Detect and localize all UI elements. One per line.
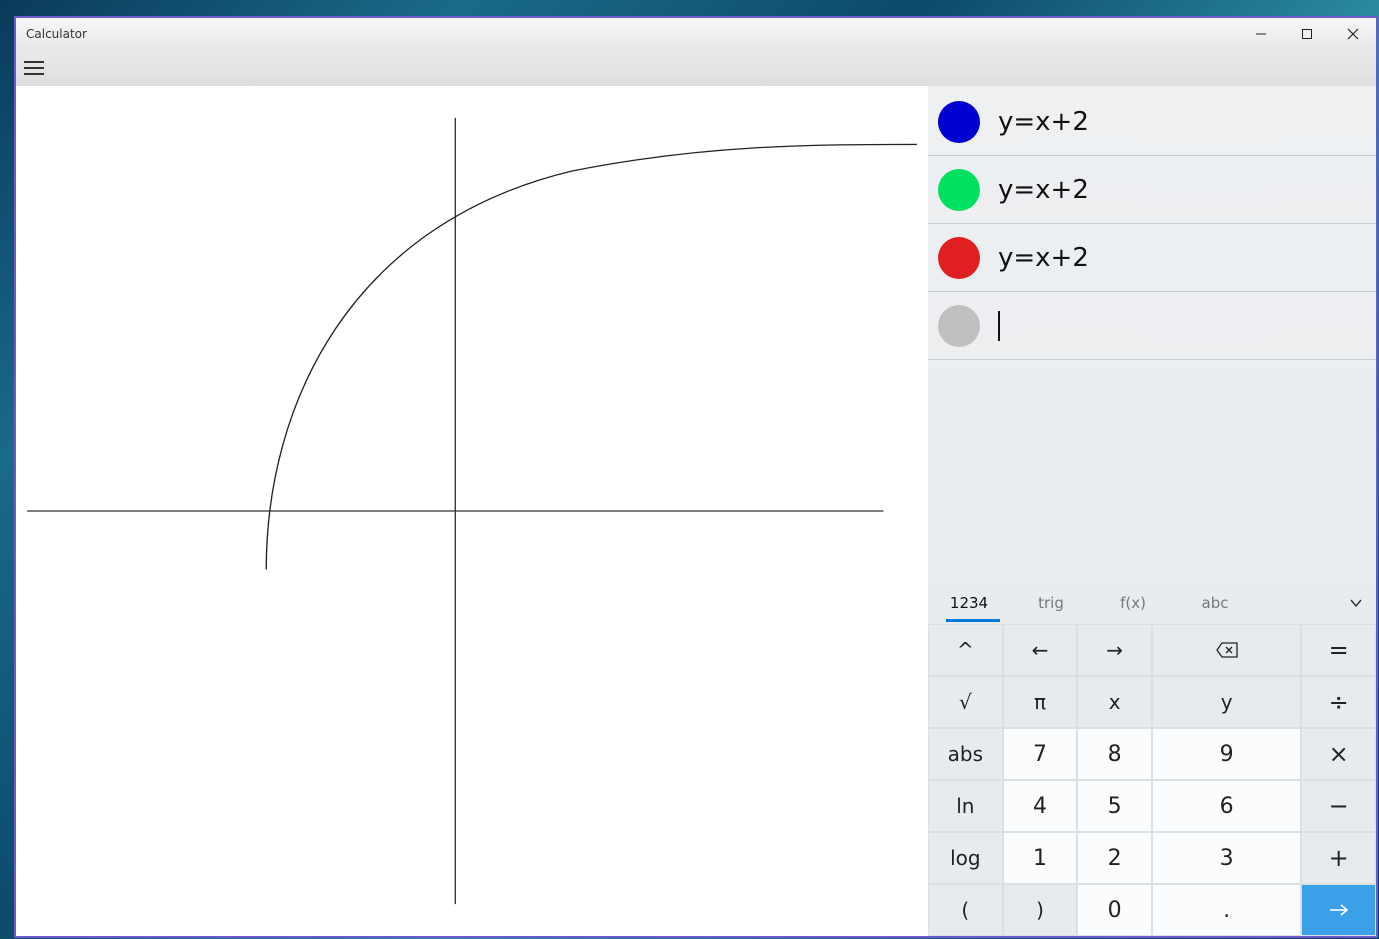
key-divide[interactable]: ÷ (1301, 676, 1376, 728)
hamburger-icon (24, 61, 44, 63)
key-equals[interactable]: = (1301, 624, 1376, 676)
key-x[interactable]: x (1077, 676, 1152, 728)
equation-list: y=x+2 y=x+2 y=x+2 (928, 86, 1376, 360)
key-2[interactable]: 2 (1077, 832, 1152, 884)
equation-color-swatch[interactable] (938, 237, 980, 279)
tab-numeric[interactable]: 1234 (928, 582, 1010, 624)
key-cursor-right[interactable]: → (1077, 624, 1152, 676)
key-9[interactable]: 9 (1152, 728, 1301, 780)
right-panel: y=x+2 y=x+2 y=x+2 1234 (928, 86, 1376, 936)
equation-color-swatch[interactable] (938, 169, 980, 211)
tab-trig[interactable]: trig (1010, 582, 1092, 624)
key-rparen[interactable]: ) (1003, 884, 1078, 936)
key-caret[interactable]: ^ (928, 624, 1003, 676)
key-1[interactable]: 1 (1003, 832, 1078, 884)
maximize-icon (1301, 28, 1313, 40)
key-lparen[interactable]: ( (928, 884, 1003, 936)
equation-text: y=x+2 (998, 243, 1089, 273)
keypad-tabs: 1234 trig f(x) abc (928, 582, 1376, 624)
key-multiply[interactable]: × (1301, 728, 1376, 780)
maximize-button[interactable] (1284, 18, 1330, 50)
keypad: 1234 trig f(x) abc ^ ← → (928, 582, 1376, 936)
key-7[interactable]: 7 (1003, 728, 1078, 780)
key-6[interactable]: 6 (1152, 780, 1301, 832)
key-cursor-left[interactable]: ← (1003, 624, 1078, 676)
key-abs[interactable]: abs (928, 728, 1003, 780)
minimize-button[interactable] (1238, 18, 1284, 50)
equation-color-swatch[interactable] (938, 101, 980, 143)
text-cursor (998, 311, 1000, 341)
arrow-right-icon (1328, 902, 1350, 918)
key-4[interactable]: 4 (1003, 780, 1078, 832)
equation-input-row[interactable] (928, 292, 1376, 360)
close-button[interactable] (1330, 18, 1376, 50)
key-5[interactable]: 5 (1077, 780, 1152, 832)
minimize-icon (1255, 28, 1267, 40)
active-tab-indicator (946, 619, 1000, 622)
key-plus[interactable]: + (1301, 832, 1376, 884)
tab-fx[interactable]: f(x) (1092, 582, 1174, 624)
close-icon (1347, 28, 1359, 40)
key-enter[interactable] (1301, 884, 1376, 936)
equation-row[interactable]: y=x+2 (928, 156, 1376, 224)
calculator-window: Calculator (14, 16, 1378, 938)
key-pi[interactable]: π (1003, 676, 1078, 728)
chevron-down-icon (1349, 596, 1363, 610)
toolbar (16, 50, 1376, 86)
graph-plot (16, 86, 928, 936)
key-grid: ^ ← → = √ π x y ÷ abs 7 8 9 × (928, 624, 1376, 936)
backspace-icon (1216, 642, 1238, 658)
key-log[interactable]: log (928, 832, 1003, 884)
key-minus[interactable]: − (1301, 780, 1376, 832)
equation-row[interactable]: y=x+2 (928, 224, 1376, 292)
menu-button[interactable] (24, 61, 44, 75)
key-sqrt[interactable]: √ (928, 676, 1003, 728)
equation-text: y=x+2 (998, 175, 1089, 205)
window-title: Calculator (26, 27, 87, 41)
key-backspace[interactable] (1152, 624, 1301, 676)
window-controls (1238, 18, 1376, 50)
graph-canvas[interactable] (16, 86, 928, 936)
key-0[interactable]: 0 (1077, 884, 1152, 936)
titlebar: Calculator (16, 18, 1376, 50)
key-decimal[interactable]: . (1152, 884, 1301, 936)
equation-row[interactable]: y=x+2 (928, 88, 1376, 156)
key-8[interactable]: 8 (1077, 728, 1152, 780)
key-3[interactable]: 3 (1152, 832, 1301, 884)
content-area: y=x+2 y=x+2 y=x+2 1234 (16, 86, 1376, 936)
keypad-collapse-button[interactable] (1336, 596, 1376, 610)
key-y[interactable]: y (1152, 676, 1301, 728)
equation-color-swatch[interactable] (938, 305, 980, 347)
equation-text: y=x+2 (998, 107, 1089, 137)
tab-abc[interactable]: abc (1174, 582, 1256, 624)
key-ln[interactable]: ln (928, 780, 1003, 832)
